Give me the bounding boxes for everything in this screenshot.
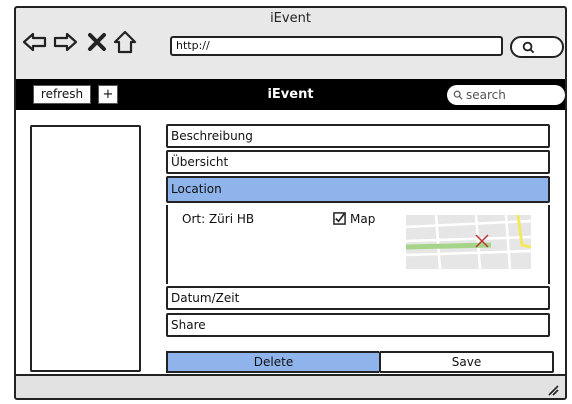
- search-placeholder: search: [466, 88, 506, 102]
- window-title: iEvent: [270, 11, 311, 26]
- location-ort-label: Ort: Züri HB: [182, 212, 255, 226]
- search-input[interactable]: search: [447, 85, 565, 105]
- close-x-icon[interactable]: [84, 29, 110, 55]
- search-icon: [522, 41, 535, 54]
- side-panel: [30, 125, 141, 372]
- delete-button[interactable]: Delete: [166, 351, 379, 373]
- app-toolbar: refresh + iEvent search: [16, 79, 565, 110]
- home-icon[interactable]: [112, 29, 138, 55]
- map-checkbox[interactable]: Map: [333, 212, 375, 226]
- back-arrow-icon[interactable]: [22, 29, 48, 55]
- url-field[interactable]: http://: [170, 36, 503, 56]
- section-beschreibung[interactable]: Beschreibung: [166, 124, 550, 148]
- go-button[interactable]: [510, 36, 564, 58]
- section-datum-zeit[interactable]: Datum/Zeit: [166, 286, 550, 310]
- map-checkbox-label: Map: [350, 212, 376, 226]
- map-thumbnail: [406, 215, 531, 269]
- section-location[interactable]: Location: [166, 176, 550, 203]
- search-icon: [453, 90, 463, 100]
- section-share[interactable]: Share: [166, 313, 550, 337]
- section-uebersicht[interactable]: Übersicht: [166, 150, 550, 174]
- main-content: Beschreibung Übersicht Location Ort: Zür…: [16, 110, 565, 374]
- location-panel: Ort: Züri HB Map: [166, 205, 550, 284]
- status-bar: [16, 374, 565, 398]
- save-button[interactable]: Save: [379, 351, 554, 373]
- resize-grip-icon[interactable]: [547, 384, 559, 396]
- checkbox-checked-icon: [333, 212, 346, 225]
- forward-arrow-icon[interactable]: [52, 29, 78, 55]
- browser-window: iEvent http:// refresh + iEvent search B…: [14, 6, 567, 400]
